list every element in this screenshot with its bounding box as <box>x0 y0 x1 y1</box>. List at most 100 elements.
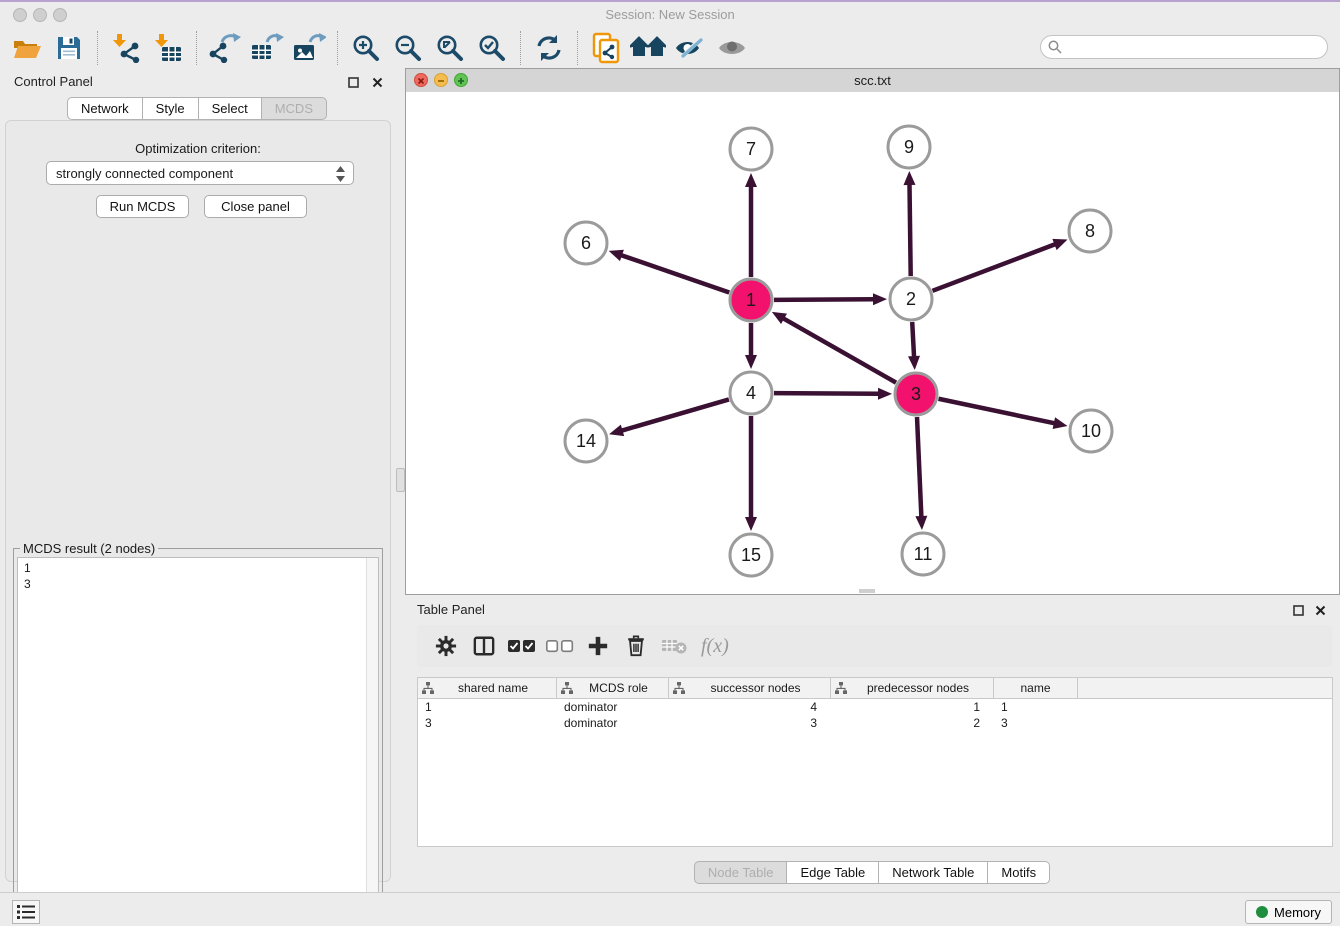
export-image-icon[interactable] <box>290 31 328 65</box>
close-panel-icon[interactable] <box>372 75 383 93</box>
list-icon <box>17 905 35 919</box>
control-panel-title: Control Panel <box>14 74 93 89</box>
toggle-column-view-icon[interactable] <box>465 629 503 663</box>
node-label-10: 10 <box>1081 421 1101 441</box>
edge-1-2[interactable] <box>774 299 874 300</box>
mcds-result-list[interactable]: 13 <box>17 557 379 918</box>
main-toolbar <box>0 28 1340 68</box>
run-mcds-button[interactable]: Run MCDS <box>96 195 189 218</box>
column-header-MCDS-role[interactable]: MCDS role <box>557 678 669 698</box>
zoom-in-icon[interactable] <box>347 31 385 65</box>
cell-successor-nodes[interactable]: 3 <box>669 716 831 730</box>
network-view-window: scc.txt 1234678910111415 <box>405 68 1340 595</box>
edge-4-14[interactable] <box>622 399 729 430</box>
edge-2-3[interactable] <box>912 322 914 357</box>
tab-network-table[interactable]: Network Table <box>878 861 988 884</box>
tab-network[interactable]: Network <box>67 97 143 120</box>
select-all-icon[interactable] <box>503 629 541 663</box>
optimization-criterion-label: Optimization criterion: <box>6 141 390 156</box>
import-table-icon[interactable] <box>149 31 187 65</box>
splitter-handle[interactable] <box>396 468 405 492</box>
edge-2-9[interactable] <box>909 184 910 276</box>
export-table-icon[interactable] <box>248 31 286 65</box>
ndex-home-icon[interactable] <box>629 31 667 65</box>
tab-edge-table[interactable]: Edge Table <box>786 861 879 884</box>
cell-name[interactable]: 3 <box>994 716 1078 730</box>
cell-MCDS-role[interactable]: dominator <box>557 700 669 714</box>
show-graphics-details-icon[interactable] <box>713 31 751 65</box>
column-header-shared-name[interactable]: shared name <box>418 678 557 698</box>
control-panel-tabs: NetworkStyleSelectMCDS <box>0 97 395 120</box>
edge-2-8[interactable] <box>933 244 1056 291</box>
column-header-successor-nodes[interactable]: successor nodes <box>669 678 831 698</box>
search-input[interactable] <box>1040 35 1328 59</box>
save-session-icon[interactable] <box>50 31 88 65</box>
function-builder-icon[interactable]: f(x) <box>693 629 737 663</box>
deselect-all-icon[interactable] <box>541 629 579 663</box>
memory-button[interactable]: Memory <box>1245 900 1332 924</box>
toolbar-separator <box>337 31 338 65</box>
open-session-icon[interactable] <box>8 31 46 65</box>
float-panel-icon[interactable] <box>348 75 359 93</box>
node-label-8: 8 <box>1085 221 1095 241</box>
cell-shared-name[interactable]: 1 <box>418 700 557 714</box>
table-row[interactable]: 1dominator411 <box>418 699 1332 715</box>
cell-predecessor-nodes[interactable]: 1 <box>831 700 994 714</box>
tab-select[interactable]: Select <box>198 97 262 120</box>
tab-node-table[interactable]: Node Table <box>694 861 788 884</box>
close-panel-button[interactable]: Close panel <box>204 195 307 218</box>
mcds-result-line: 3 <box>24 576 378 592</box>
edge-arrowhead <box>745 173 757 187</box>
cyndex-browser-icon[interactable] <box>587 31 625 65</box>
network-window-title: scc.txt <box>406 73 1339 88</box>
memory-label: Memory <box>1274 905 1321 920</box>
dropdown-value: strongly connected component <box>56 166 233 181</box>
edge-4-3[interactable] <box>774 393 879 394</box>
toolbar-separator <box>97 31 98 65</box>
import-network-icon[interactable] <box>107 31 145 65</box>
scrollbar-track[interactable] <box>366 558 378 917</box>
application-window: Session: New Session <box>0 0 1340 926</box>
table-row[interactable]: 3dominator323 <box>418 715 1332 731</box>
network-graph[interactable]: 1234678910111415 <box>406 92 1339 594</box>
optimization-criterion-dropdown[interactable]: strongly connected component <box>46 161 354 185</box>
hide-graphics-details-icon[interactable] <box>671 31 709 65</box>
cell-name[interactable]: 1 <box>994 700 1078 714</box>
edge-3-10[interactable] <box>939 399 1055 424</box>
delete-columns-icon[interactable] <box>617 629 655 663</box>
table-options-icon[interactable] <box>427 629 465 663</box>
column-header-name[interactable]: name <box>994 678 1078 698</box>
export-network-icon[interactable] <box>206 31 244 65</box>
node-label-6: 6 <box>581 233 591 253</box>
edge-arrowhead <box>745 355 757 369</box>
zoom-out-icon[interactable] <box>389 31 427 65</box>
tab-style[interactable]: Style <box>142 97 199 120</box>
network-window-titlebar: scc.txt <box>406 69 1339 93</box>
title-bar: Session: New Session <box>0 2 1340 28</box>
search-icon <box>1048 40 1062 59</box>
close-table-panel-icon[interactable] <box>1315 603 1326 621</box>
tab-mcds[interactable]: MCDS <box>261 97 327 120</box>
refresh-view-icon[interactable] <box>530 31 568 65</box>
edge-arrowhead <box>908 356 920 370</box>
float-table-panel-icon[interactable] <box>1293 603 1304 621</box>
add-column-icon[interactable] <box>579 629 617 663</box>
panel-splitter[interactable] <box>395 68 405 892</box>
cell-MCDS-role[interactable]: dominator <box>557 716 669 730</box>
task-history-button[interactable] <box>12 900 40 924</box>
delete-table-icon[interactable] <box>655 629 693 663</box>
edge-3-1[interactable] <box>783 318 896 382</box>
zoom-selected-icon[interactable] <box>473 31 511 65</box>
network-resize-handle[interactable] <box>859 589 875 593</box>
cell-successor-nodes[interactable]: 4 <box>669 700 831 714</box>
edge-3-11[interactable] <box>917 417 921 517</box>
column-header-predecessor-nodes[interactable]: predecessor nodes <box>831 678 994 698</box>
cell-shared-name[interactable]: 3 <box>418 716 557 730</box>
edge-1-6[interactable] <box>621 255 729 292</box>
tab-motifs[interactable]: Motifs <box>987 861 1050 884</box>
node-label-14: 14 <box>576 431 596 451</box>
zoom-fit-icon[interactable] <box>431 31 469 65</box>
node-table[interactable]: shared nameMCDS rolesuccessor nodesprede… <box>417 677 1333 847</box>
table-header-row: shared nameMCDS rolesuccessor nodesprede… <box>418 678 1332 699</box>
cell-predecessor-nodes[interactable]: 2 <box>831 716 994 730</box>
